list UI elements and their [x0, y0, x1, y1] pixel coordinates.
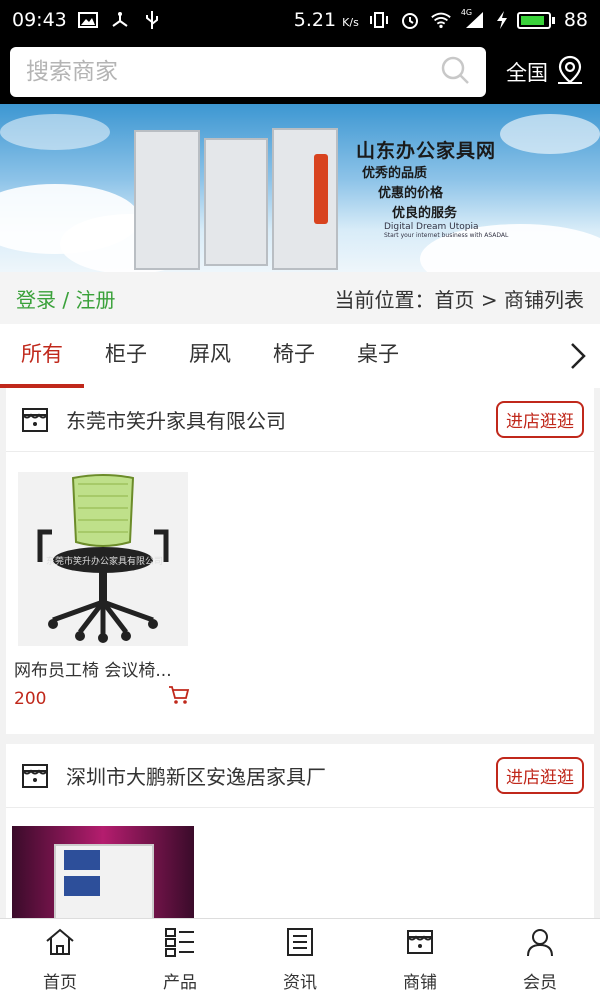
- visit-shop-button[interactable]: 进店逛逛: [496, 401, 584, 438]
- search-box[interactable]: [10, 47, 486, 97]
- nav-label: 资讯: [283, 972, 317, 993]
- shop-card: 东莞市笑升家具有限公司 进店逛逛 东莞市笑升办公家具有限公司 网布员工椅 会议椅…: [6, 388, 594, 734]
- tab-chairs[interactable]: 椅子: [252, 324, 336, 388]
- nav-products[interactable]: 产品: [120, 919, 240, 1000]
- nav-shops[interactable]: 商铺: [360, 919, 480, 1000]
- cabinet-image: [272, 128, 338, 270]
- breadcrumb: 当前位置：首页 > 商铺列表: [334, 287, 584, 312]
- status-time: 09:43: [12, 9, 67, 31]
- shop-icon: [20, 761, 50, 791]
- nav-label: 产品: [163, 972, 197, 993]
- shop-name[interactable]: 深圳市大鹏新区安逸居家具厂: [66, 761, 326, 790]
- alarm-icon: [399, 11, 421, 29]
- nav-news[interactable]: 资讯: [240, 919, 360, 1000]
- banner-en-title: Digital Dream Utopia Start your internet…: [384, 222, 509, 239]
- shop-header: 东莞市笑升家具有限公司 进店逛逛: [6, 388, 594, 452]
- banner-slogan: 优良的服务: [392, 206, 458, 221]
- category-tabs: 所有 柜子 屏风 椅子 桌子: [0, 324, 600, 388]
- search-input[interactable]: [26, 59, 440, 85]
- product-image[interactable]: 东莞市笑升办公家具有限公司: [18, 472, 188, 646]
- image-icon: [77, 11, 99, 29]
- nav-label: 首页: [43, 972, 77, 993]
- tab-cabinets[interactable]: 柜子: [84, 324, 168, 388]
- bottom-nav: 首页 产品 资讯 商铺 会员: [0, 918, 600, 1000]
- product-card[interactable]: [12, 826, 194, 920]
- shop-icon: [20, 405, 50, 435]
- usb-icon: [141, 11, 163, 29]
- login-breadcrumb-bar: 登录 / 注册 当前位置：首页 > 商铺列表: [0, 272, 600, 324]
- product-image[interactable]: [12, 826, 194, 920]
- product-watermark: 东莞市笑升办公家具有限公司: [46, 557, 164, 567]
- home-icon: [44, 927, 76, 962]
- nav-label: 商铺: [403, 972, 437, 993]
- tab-all[interactable]: 所有: [0, 324, 84, 388]
- charging-icon: [496, 11, 508, 29]
- shop-icon: [405, 927, 435, 962]
- product-price: 200: [14, 689, 47, 709]
- news-icon: [285, 927, 315, 962]
- vibrate-icon: [368, 11, 390, 29]
- chevron-right-icon[interactable]: [556, 324, 600, 388]
- cabinet-image: [134, 130, 200, 270]
- search-bar: 全国: [0, 40, 600, 104]
- region-selector[interactable]: 全国: [506, 55, 590, 90]
- banner-text: 山东办公家具网: [356, 136, 496, 163]
- nav-home[interactable]: 首页: [0, 919, 120, 1000]
- banner-slogan: 优惠的价格: [378, 186, 444, 201]
- network-speed: 5.21 K/s: [293, 9, 359, 31]
- product-name[interactable]: 网布员工椅 会议椅...: [14, 656, 190, 681]
- signal-icon: 4G: [461, 8, 487, 29]
- cabinet-image: [204, 138, 268, 266]
- visit-shop-button[interactable]: 进店逛逛: [496, 757, 584, 794]
- tab-desks[interactable]: 桌子: [336, 324, 420, 388]
- battery-icon: [516, 11, 555, 29]
- list-icon: [164, 927, 196, 962]
- banner-title: 山东办公家具网: [356, 140, 497, 162]
- search-icon[interactable]: [440, 55, 470, 89]
- usb-share-icon: [109, 11, 131, 29]
- promo-banner[interactable]: 山东办公家具网 优秀的品质 优惠的价格 优良的服务 Digital Dream …: [0, 104, 600, 272]
- region-label: 全国: [506, 61, 548, 85]
- nav-member[interactable]: 会员: [480, 919, 600, 1000]
- status-bar: 09:43 5.21 K/s 4G 88: [0, 0, 600, 40]
- nav-label: 会员: [523, 972, 557, 993]
- login-register-link[interactable]: 登录 / 注册: [16, 284, 115, 313]
- shop-name[interactable]: 东莞市笑升家具有限公司: [66, 405, 286, 434]
- location-pin-icon: [556, 55, 584, 90]
- shop-header: 深圳市大鹏新区安逸居家具厂 进店逛逛: [6, 744, 594, 808]
- user-icon: [525, 927, 555, 962]
- tab-screens[interactable]: 屏风: [168, 324, 252, 388]
- product-card[interactable]: 东莞市笑升办公家具有限公司 网布员工椅 会议椅... 200: [14, 472, 190, 709]
- shop-card: 深圳市大鹏新区安逸居家具厂 进店逛逛: [6, 744, 594, 920]
- wifi-icon: [430, 11, 452, 29]
- cart-icon[interactable]: [168, 685, 190, 709]
- banner-slogan: 优秀的品质: [362, 166, 428, 181]
- battery-level: 88: [563, 9, 588, 31]
